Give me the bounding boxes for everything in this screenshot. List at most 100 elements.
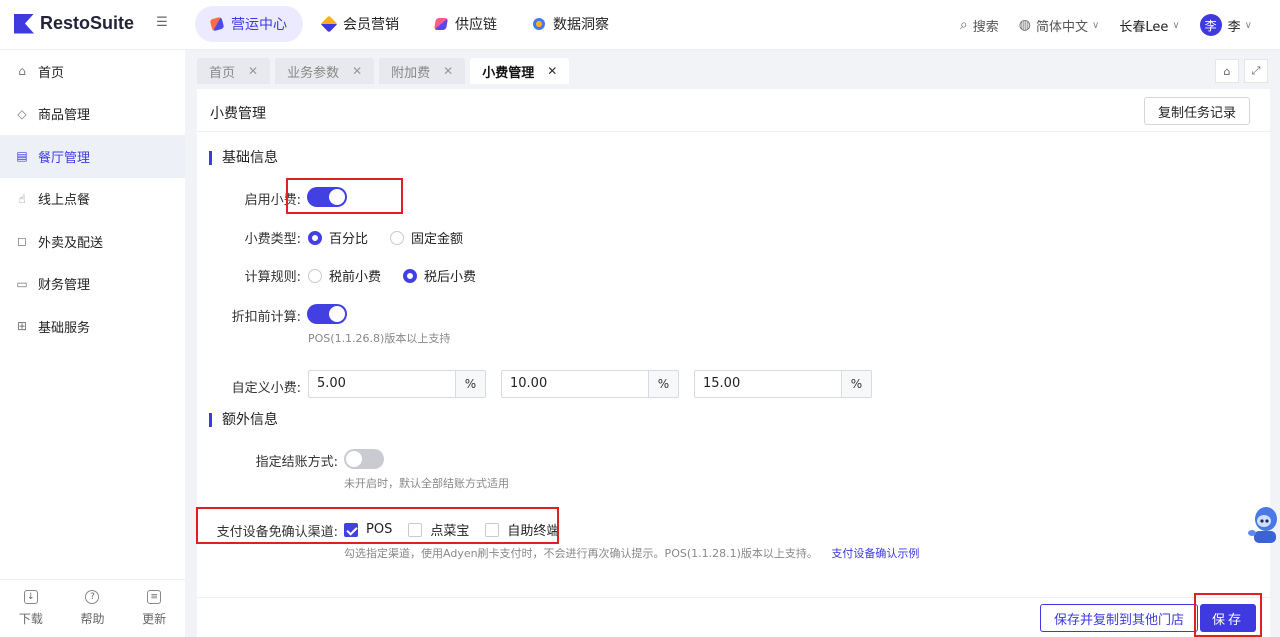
radio-label: 税后小费 xyxy=(424,270,477,285)
calc-rule-label: 计算规则: xyxy=(244,270,301,285)
sidebar-item-label: 商品管理 xyxy=(38,108,91,124)
nav-item-label: 供应链 xyxy=(455,17,497,33)
calc-rule-radio-group: 税前小费 税后小费 xyxy=(308,266,498,285)
tip-type-label: 小费类型: xyxy=(244,232,301,247)
tab-label: 附加费 xyxy=(391,65,431,81)
avatar: 李 xyxy=(1199,14,1222,36)
custom-tip-value[interactable]: 5.00 xyxy=(309,371,455,397)
discount-calc-hint: POS(1.1.26.8)版本以上支持 xyxy=(308,332,451,345)
store-select[interactable]: 长春Lee ∨ xyxy=(1119,16,1179,35)
tab-business-params[interactable]: 业务参数 ✕ xyxy=(275,58,375,84)
custom-tip-input-2[interactable]: 10.00 % xyxy=(501,370,679,398)
custom-tip-label: 自定义小费: xyxy=(231,381,301,396)
update-button[interactable]: ≡ 更新 xyxy=(142,590,166,627)
payment-method-toggle[interactable] xyxy=(344,449,384,469)
nav-item-label: 会员营销 xyxy=(343,17,399,33)
sidebar-item-restaurant[interactable]: ▤ 餐厅管理 xyxy=(0,135,185,178)
nav-item-membership[interactable]: 会员营销 xyxy=(307,6,415,42)
language-label: 简体中文 xyxy=(1035,19,1088,35)
custom-tip-input-1[interactable]: 5.00 % xyxy=(308,370,486,398)
language-select[interactable]: ◍ 简体中文 ∨ xyxy=(1019,16,1100,35)
close-icon[interactable]: ✕ xyxy=(443,64,453,78)
sidebar-item-finance[interactable]: ▭ 财务管理 xyxy=(0,263,185,306)
tab-home[interactable]: 首页 ✕ xyxy=(197,58,271,84)
tab-label: 首页 xyxy=(209,65,236,81)
calc-rule-pretax-radio[interactable] xyxy=(308,268,322,283)
search-button[interactable]: ⌕ 搜索 xyxy=(960,16,999,35)
user-menu[interactable]: 李 李 ∨ xyxy=(1199,14,1252,36)
payment-method-label: 指定结账方式: xyxy=(255,455,338,470)
chevron-down-icon: ∨ xyxy=(1172,19,1180,31)
panel-footer: 保存并复制到其他门店 保存 xyxy=(197,593,1270,637)
sidebar-item-products[interactable]: ◇ 商品管理 xyxy=(0,93,185,136)
download-label: 下载 xyxy=(18,612,43,626)
search-label: 搜索 xyxy=(972,19,999,35)
collapse-sidebar-icon[interactable]: ☰ xyxy=(155,16,169,30)
custom-tip-value[interactable]: 15.00 xyxy=(695,371,841,397)
custom-tip-value[interactable]: 10.00 xyxy=(502,371,648,397)
calc-rule-aftertax-radio[interactable] xyxy=(403,268,418,283)
nav-item-operations[interactable]: 营运中心 xyxy=(195,6,303,42)
logo-mark-icon xyxy=(14,13,34,34)
help-button[interactable]: ? 帮助 xyxy=(80,590,104,627)
home-icon: ⌂ xyxy=(18,64,26,79)
percent-unit: % xyxy=(841,371,871,397)
store-icon: ▤ xyxy=(16,149,28,164)
panel-header: 小费管理 复制任务记录 xyxy=(197,89,1270,132)
tab-surcharge[interactable]: 附加费 ✕ xyxy=(379,58,466,84)
tab-tip-management[interactable]: 小费管理 ✕ xyxy=(470,58,570,84)
chevron-down-icon: ∨ xyxy=(1244,19,1252,31)
sidebar-item-label: 首页 xyxy=(38,65,65,81)
operations-icon xyxy=(209,16,225,32)
header-actions: ⌕ 搜索 ◍ 简体中文 ∨ 长春Lee ∨ 李 李 ∨ xyxy=(940,0,1252,50)
device-confirm-example-link[interactable]: 支付设备确认示例 xyxy=(831,547,919,560)
radio-label: 百分比 xyxy=(329,232,369,247)
nav-item-label: 营运中心 xyxy=(231,17,287,33)
highlight-box xyxy=(196,507,559,544)
sidebar-footer: ↓ 下载 ? 帮助 ≡ 更新 xyxy=(0,579,185,637)
tip-type-fixed-radio[interactable] xyxy=(390,230,405,245)
assistant-robot-icon[interactable] xyxy=(1246,503,1280,547)
folder-icon: ▭ xyxy=(16,276,28,291)
chevron-down-icon: ∨ xyxy=(1091,19,1100,31)
save-and-copy-button[interactable]: 保存并复制到其他门店 xyxy=(1040,604,1199,632)
nav-item-data-insight[interactable]: 数据洞察 xyxy=(517,6,625,42)
close-icon[interactable]: ✕ xyxy=(248,64,258,78)
help-icon: ? xyxy=(85,590,100,604)
sidebar-item-basic-services[interactable]: ⊞ 基础服务 xyxy=(0,305,185,348)
nav-item-supply-chain[interactable]: 供应链 xyxy=(419,6,513,42)
download-button[interactable]: ↓ 下载 xyxy=(19,590,43,627)
sidebar-item-label: 外卖及配送 xyxy=(38,235,104,251)
logo[interactable]: RestoSuite xyxy=(14,13,134,34)
sidebar-item-home[interactable]: ⌂ 首页 xyxy=(0,50,185,93)
payment-method-hint: 未开启时，默认全部结账方式适用 xyxy=(344,477,509,490)
sidebar-item-label: 餐厅管理 xyxy=(38,150,91,166)
close-icon[interactable]: ✕ xyxy=(547,64,557,78)
custom-tip-input-3[interactable]: 15.00 % xyxy=(694,370,872,398)
main-panel: 小费管理 复制任务记录 基础信息 启用小费: 小费类型: 百分比 固定金额 计算… xyxy=(196,89,1270,637)
fullscreen-icon[interactable]: ⤢ xyxy=(1244,59,1268,83)
page-title: 小费管理 xyxy=(210,106,266,122)
grid-icon: ⊞ xyxy=(16,319,28,334)
update-label: 更新 xyxy=(142,612,167,626)
tab-tools: ⌂ ⤢ xyxy=(1210,59,1268,83)
top-bar: RestoSuite ☰ 营运中心 会员营销 供应链 数据洞察 ⌕ 搜索 ◍ 简… xyxy=(0,0,1280,50)
user-name: 李 xyxy=(1227,19,1241,35)
download-icon: ↓ xyxy=(23,590,38,604)
store-label: 长春Lee xyxy=(1119,19,1169,35)
tip-type-percent-radio[interactable] xyxy=(308,230,322,245)
discount-calc-toggle[interactable] xyxy=(307,304,347,324)
main-nav: 营运中心 会员营销 供应链 数据洞察 xyxy=(195,6,629,42)
device-channel-hint: 勾选指定渠道，使用Adyen刷卡支付时，不会进行再次确认提示。POS(1.1.2… xyxy=(344,547,818,560)
sidebar: ⌂ 首页 ◇ 商品管理 ▤ 餐厅管理 ☝ 线上点餐 ◻ 外卖及配送 ▭ 财务管理… xyxy=(0,50,185,637)
radio-label: 税前小费 xyxy=(329,270,382,285)
copy-records-button[interactable]: 复制任务记录 xyxy=(1144,97,1251,125)
bag-icon: ◻ xyxy=(17,234,27,249)
box-icon: ◇ xyxy=(17,106,27,121)
sidebar-item-delivery[interactable]: ◻ 外卖及配送 xyxy=(0,220,185,263)
supply-chain-icon xyxy=(433,18,449,30)
highlight-box xyxy=(286,178,403,214)
store-home-icon[interactable]: ⌂ xyxy=(1215,59,1239,83)
sidebar-item-online-order[interactable]: ☝ 线上点餐 xyxy=(0,178,185,221)
close-icon[interactable]: ✕ xyxy=(352,64,362,78)
